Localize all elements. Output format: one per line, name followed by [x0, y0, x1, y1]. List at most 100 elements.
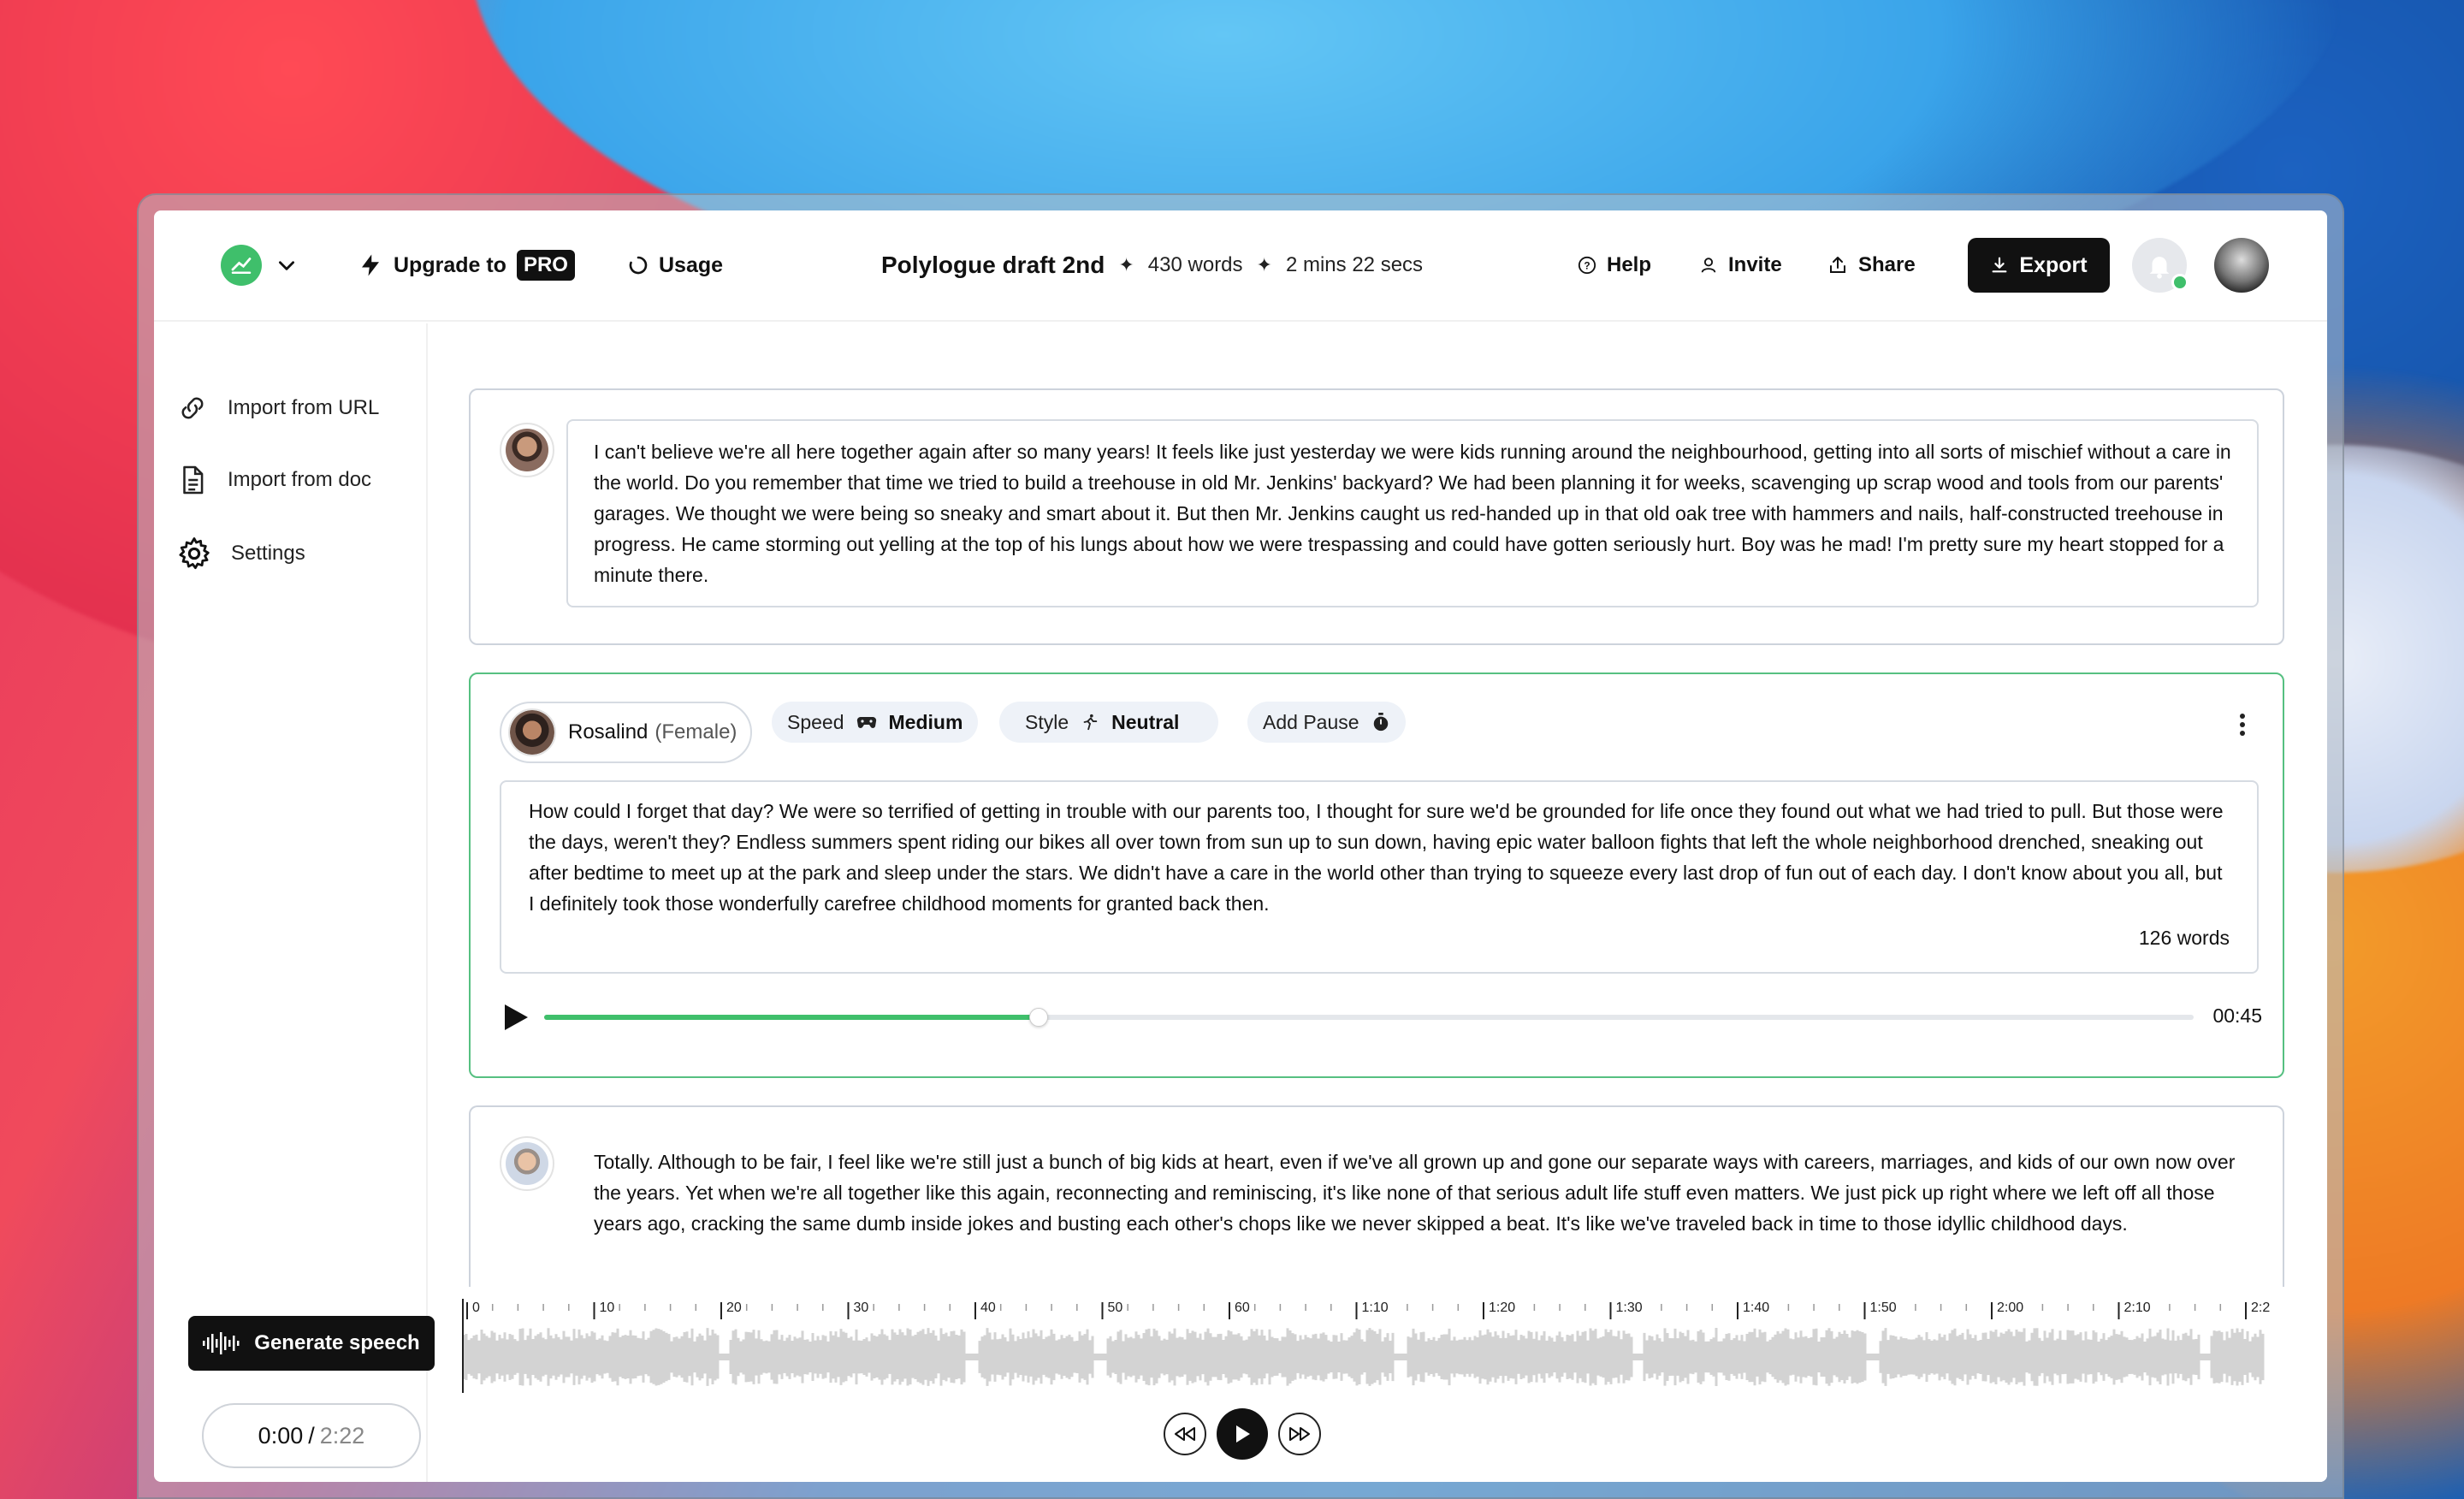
timeline-tick-label: 1:30 [1615, 1301, 1643, 1315]
timeline-tick-label: 40 [980, 1301, 996, 1315]
top-header: Upgrade to PRO Usage Polylogue draft 2nd… [154, 210, 2327, 322]
speaker-avatar[interactable] [500, 423, 554, 477]
lightning-icon [362, 254, 379, 276]
time-separator: / [308, 1422, 315, 1449]
download-icon [1992, 257, 2007, 273]
rewind-icon [1175, 1427, 1195, 1441]
audio-progress-fill [544, 1015, 1040, 1020]
sidebar-item-label: Import from URL [228, 396, 380, 419]
dialogue-text[interactable]: I can't believe we're all here together … [566, 419, 2259, 607]
running-icon [1083, 714, 1098, 731]
share-label: Share [1858, 253, 1916, 276]
help-button[interactable]: ? Help [1578, 246, 1651, 284]
word-count: 430 words [1147, 253, 1243, 276]
export-label: Export [2019, 252, 2088, 277]
audio-progress-track[interactable] [544, 1008, 2194, 1027]
pro-badge: PRO [516, 250, 575, 281]
invite-button[interactable]: Invite [1699, 246, 1782, 284]
invite-label: Invite [1728, 253, 1782, 276]
dialogue-text[interactable]: Totally. Although to be fair, I feel lik… [594, 1146, 2254, 1239]
app-window: Upgrade to PRO Usage Polylogue draft 2nd… [154, 210, 2327, 1482]
block-word-count: 126 words [2138, 927, 2230, 949]
upgrade-button[interactable]: Upgrade to PRO [358, 246, 575, 284]
main-play-button[interactable] [1217, 1408, 1268, 1460]
style-value: Neutral [1111, 710, 1180, 733]
notifications-button[interactable] [2132, 238, 2189, 293]
help-icon: ? [1578, 256, 1596, 275]
online-status-dot [2171, 274, 2189, 291]
share-icon [1830, 257, 1845, 273]
timeline-tick-label: 20 [726, 1301, 742, 1315]
chevron-down-icon [279, 261, 294, 270]
link-icon [181, 397, 204, 419]
svg-text:?: ? [1584, 260, 1590, 272]
document-icon [183, 465, 204, 495]
dialogue-block-1[interactable]: I can't believe we're all here together … [469, 388, 2284, 645]
fast-forward-icon [1289, 1427, 1310, 1441]
sidebar-item-import-doc[interactable]: Import from doc [176, 464, 371, 496]
style-selector[interactable]: Style Neutral [999, 702, 1219, 743]
play-icon[interactable] [500, 1001, 530, 1034]
sparkle-icon: ✦ [1118, 254, 1134, 276]
bell-icon [2149, 257, 2170, 279]
speed-label: Speed [787, 710, 844, 733]
document-title[interactable]: Polylogue draft 2nd [881, 252, 1105, 279]
timeline-tick-label: 0 [472, 1301, 480, 1315]
usage-label: Usage [659, 252, 724, 277]
timeline-tick-label: 1:40 [1743, 1301, 1770, 1315]
waveform-shape [462, 1328, 2265, 1386]
timeline-tick-label: 1:20 [1489, 1301, 1516, 1315]
speaker-avatar[interactable] [500, 1136, 554, 1191]
timeline-playhead[interactable] [462, 1299, 464, 1393]
share-button[interactable]: Share [1827, 246, 1916, 284]
total-time: 2:22 [319, 1422, 365, 1449]
sidebar-item-label: Settings [231, 542, 305, 565]
fast-forward-button[interactable] [1278, 1413, 1321, 1455]
gear-icon [179, 537, 210, 570]
add-pause-button[interactable]: Add Pause [1247, 702, 1406, 743]
circle-progress-icon [629, 256, 648, 275]
timeline-tick-label: 10 [599, 1301, 615, 1315]
timeline-tick-label: 30 [853, 1301, 869, 1315]
audio-timeline[interactable]: 0 10 20 30 40 50 60 1:10 1:20 1:30 1:40 1:50 2:00 2:1… [462, 1299, 2271, 1393]
timeline-tick-label: 1:10 [1361, 1301, 1389, 1315]
speed-selector[interactable]: Speed Medium [772, 702, 979, 743]
voice-selector[interactable]: Rosalind (Female) [500, 702, 753, 763]
timeline-waveform [462, 1328, 2265, 1386]
speed-value: Medium [888, 710, 963, 733]
document-duration: 2 mins 22 secs [1285, 253, 1424, 276]
generate-speech-button[interactable]: Generate speech [188, 1316, 435, 1371]
timeline-tick-label: 2:00 [1997, 1301, 2024, 1315]
dialogue-block-2[interactable]: Rosalind (Female) Speed Medium Style Neu… [469, 672, 2284, 1078]
play-icon [1236, 1425, 1250, 1443]
block-audio-player: 00:45 [500, 999, 2262, 1034]
user-icon [1701, 258, 1716, 273]
playback-time: 0:00 / 2:22 [202, 1403, 421, 1468]
sidebar-item-label: Import from doc [228, 468, 372, 491]
style-label: Style [1025, 710, 1069, 733]
document-info: Polylogue draft 2nd ✦ 430 words ✦ 2 mins… [881, 248, 1423, 282]
sparkle-icon: ✦ [1256, 254, 1272, 276]
user-avatar[interactable] [2214, 238, 2269, 293]
timeline-tick-label: 2:2 [2251, 1301, 2271, 1315]
workspace-switcher[interactable] [221, 245, 298, 286]
sidebar-item-import-url[interactable]: Import from URL [176, 392, 379, 424]
upgrade-label: Upgrade to [394, 252, 506, 277]
dialogue-text-editor[interactable]: How could I forget that day? We were so … [500, 780, 2259, 974]
timeline-tick-label: 60 [1235, 1301, 1250, 1315]
help-label: Help [1607, 253, 1652, 276]
sidebar: Import from URL Import from doc Settings [154, 323, 428, 1482]
gamepad-icon [856, 716, 876, 728]
export-button[interactable]: Export [1968, 238, 2110, 293]
sidebar-item-settings[interactable]: Settings [176, 536, 305, 572]
more-options-icon[interactable] [2238, 712, 2247, 738]
voice-name: Rosalind [568, 720, 649, 744]
timeline-tick-label: 50 [1107, 1301, 1123, 1315]
speaker-avatar [508, 708, 556, 756]
timeline-tick-label: 2:10 [2123, 1301, 2151, 1315]
add-pause-label: Add Pause [1263, 710, 1359, 733]
block-duration: 00:45 [2212, 1004, 2262, 1027]
audio-progress-knob[interactable] [1029, 1008, 1049, 1027]
usage-button[interactable]: Usage [628, 246, 723, 284]
rewind-button[interactable] [1164, 1413, 1206, 1455]
